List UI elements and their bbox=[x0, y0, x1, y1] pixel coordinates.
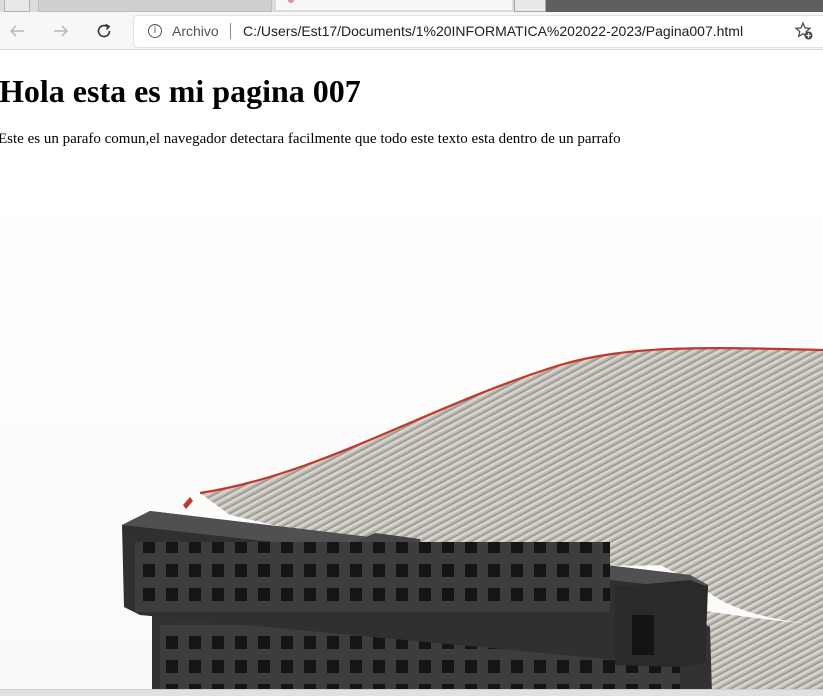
ribbon-cable-image bbox=[0, 175, 823, 695]
reload-button[interactable] bbox=[91, 18, 117, 44]
browser-tab-active[interactable] bbox=[276, 0, 512, 10]
add-favorite-star-icon bbox=[794, 21, 813, 40]
back-button[interactable] bbox=[4, 18, 30, 44]
page-heading: Hola esta es mi pagina 007 bbox=[0, 73, 361, 109]
add-favorite-button[interactable] bbox=[794, 21, 814, 41]
forward-arrow-icon bbox=[54, 25, 69, 37]
browser-tab-inactive[interactable] bbox=[38, 0, 272, 12]
reload-icon bbox=[97, 23, 111, 38]
browser-toolbar: i Archivo C:/Users/Est17/Documents/1%20I… bbox=[0, 12, 823, 50]
title-bar-area bbox=[546, 0, 823, 12]
address-bar[interactable]: i Archivo C:/Users/Est17/Documents/1%20I… bbox=[133, 15, 823, 48]
page-paragraph: Este es un parafo comun,el navegador det… bbox=[0, 131, 621, 147]
page-content: Hola esta es mi pagina 007 Este es un pa… bbox=[0, 50, 823, 695]
site-info-label[interactable]: Archivo bbox=[172, 23, 219, 39]
forward-button[interactable] bbox=[48, 18, 74, 44]
url-text[interactable]: C:/Users/Est17/Documents/1%20INFORMATICA… bbox=[243, 23, 743, 39]
address-separator bbox=[230, 23, 231, 39]
back-arrow-icon bbox=[9, 25, 24, 37]
info-icon[interactable]: i bbox=[148, 24, 162, 38]
new-tab-button[interactable] bbox=[514, 0, 546, 12]
tab-actions-button[interactable] bbox=[4, 0, 30, 12]
tab-strip bbox=[0, 0, 823, 12]
